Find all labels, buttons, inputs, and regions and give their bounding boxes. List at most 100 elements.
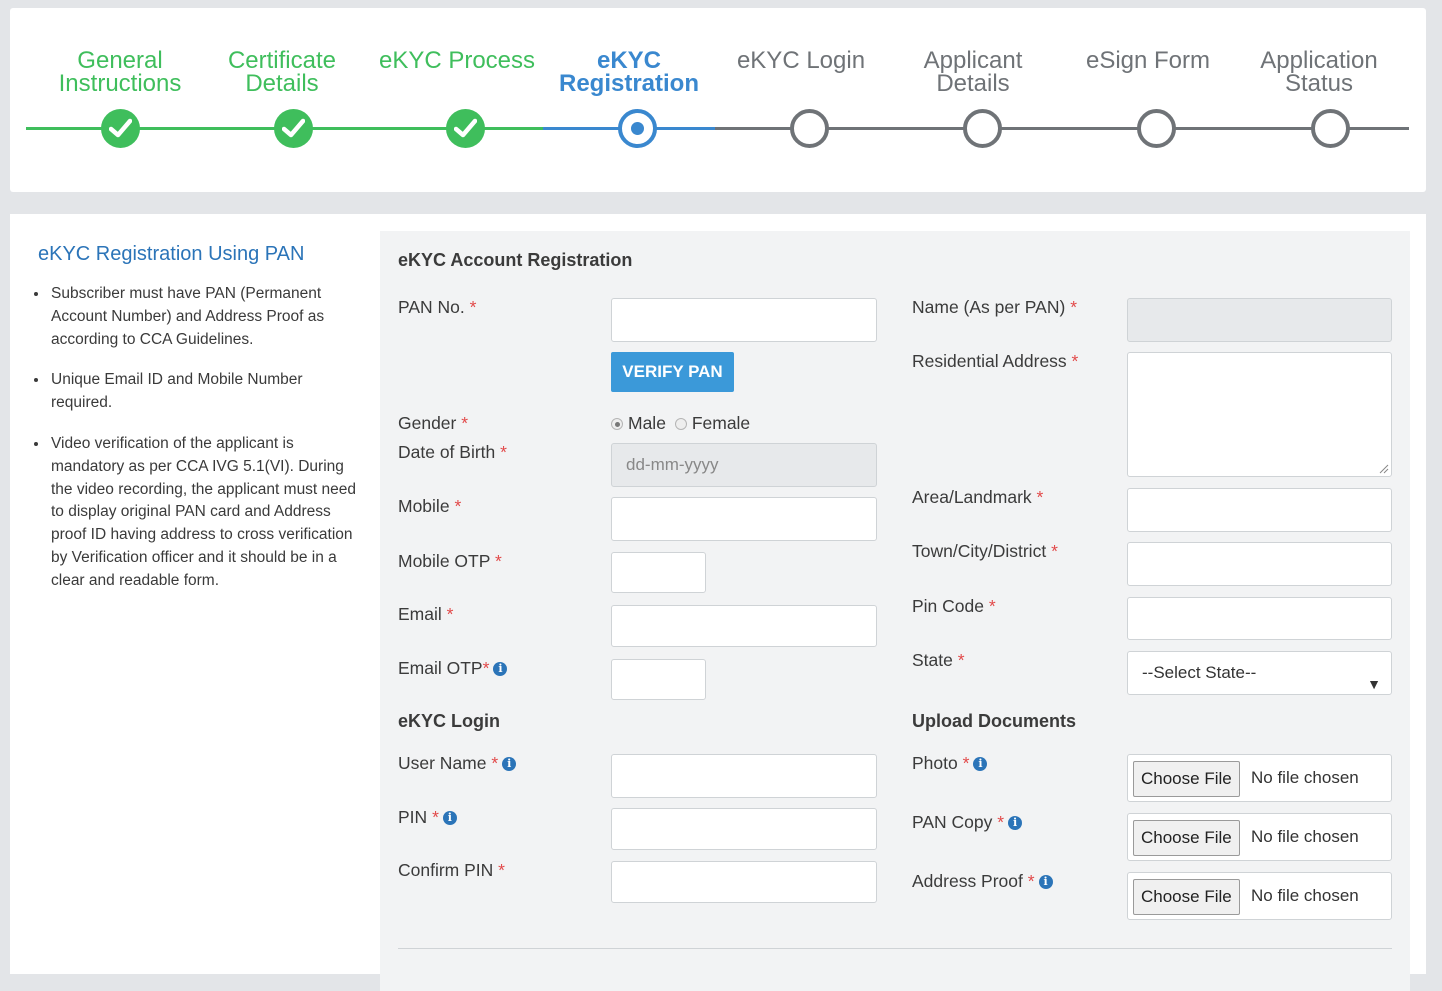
step-label-line1: eKYC Login (736, 47, 866, 74)
photo-file-input[interactable]: Choose File No file chosen (1127, 754, 1392, 802)
upload-documents-section-title: Upload Documents (912, 711, 1077, 731)
list-item: Unique Email ID and Mobile Number requir… (49, 369, 364, 415)
step-ekyc-login[interactable]: eKYC Login (716, 47, 886, 74)
area-input[interactable] (1127, 488, 1392, 532)
pan-label: PAN No. * (398, 297, 477, 317)
email-input[interactable] (611, 605, 877, 647)
name-input (1127, 298, 1392, 342)
form-section-title: eKYC Account Registration (398, 250, 633, 270)
info-icon[interactable]: i (1038, 875, 1053, 890)
town-label: Town/City/District * (912, 541, 1058, 561)
dob-placeholder: dd-mm-yyyy (626, 455, 719, 474)
divider (398, 948, 1392, 949)
ekyc-login-section-title: eKYC Login (398, 711, 500, 731)
town-input[interactable] (1127, 542, 1392, 586)
email-otp-label: Email OTP* i (398, 658, 508, 679)
step-label-line1: Certificate (227, 47, 337, 74)
address-proof-file-input[interactable]: Choose File No file chosen (1127, 872, 1392, 920)
info-icon[interactable]: i (1008, 816, 1023, 831)
step-complete-check-icon (101, 109, 140, 148)
step-certificate-details[interactable]: Certificate Details (197, 47, 367, 97)
file-status: No file chosen (1251, 886, 1359, 905)
info-icon[interactable]: i (493, 662, 508, 677)
confirm-pin-input[interactable] (611, 861, 877, 903)
step-applicant-details[interactable]: Applicant Details (888, 47, 1058, 97)
choose-file-button[interactable]: Choose File (1133, 820, 1240, 856)
step-label-line2: Registration (558, 70, 699, 97)
step-pending-icon (1311, 109, 1350, 148)
step-ekyc-process[interactable]: eKYC Process (372, 47, 542, 74)
state-select[interactable]: --Select State-- ▼ (1127, 651, 1392, 695)
step-complete-check-icon (446, 109, 485, 148)
email-otp-input[interactable] (611, 659, 706, 700)
step-label-line1: General (77, 47, 163, 74)
step-label-line1: eKYC (596, 47, 662, 74)
list-item: Video verification of the applicant is m… (49, 433, 364, 593)
step-general-instructions[interactable]: General Instructions (35, 47, 205, 97)
gender-female-label: Female (691, 413, 751, 433)
pin-code-input[interactable] (1127, 597, 1392, 640)
chevron-down-icon: ▼ (1367, 676, 1381, 692)
sidebar-title: eKYC Registration Using PAN (38, 243, 305, 265)
step-complete-check-icon (274, 109, 313, 148)
pin-input[interactable] (611, 808, 877, 850)
gender-radio-group: Male Female (611, 413, 750, 434)
step-label-line1: eKYC Process (378, 47, 536, 74)
step-pending-icon (963, 109, 1002, 148)
state-label: State * (912, 650, 965, 670)
dob-label: Date of Birth * (398, 442, 507, 462)
mobile-otp-label: Mobile OTP * (398, 551, 502, 571)
choose-file-button[interactable]: Choose File (1133, 761, 1240, 797)
username-input[interactable] (611, 754, 877, 798)
file-status: No file chosen (1251, 827, 1359, 846)
verify-pan-button[interactable]: VERIFY PAN (611, 352, 734, 392)
sidebar-instructions: Subscriber must have PAN (Permanent Acco… (30, 283, 364, 611)
info-icon[interactable]: i (502, 757, 517, 772)
gender-female-radio[interactable] (674, 418, 687, 431)
main-card: eKYC Registration Using PAN Subscriber m… (10, 214, 1426, 991)
username-label: User Name * i (398, 753, 517, 774)
address-proof-label: Address Proof * i (912, 871, 1053, 892)
state-selected-value: --Select State-- (1142, 663, 1257, 682)
dob-input[interactable]: dd-mm-yyyy (611, 443, 877, 487)
address-label: Residential Address * (912, 351, 1079, 371)
area-label: Area/Landmark * (912, 487, 1044, 507)
photo-label: Photo * i (912, 753, 988, 774)
pin-label: PIN * i (398, 807, 457, 828)
step-application-status[interactable]: Application Status (1234, 47, 1404, 97)
address-textarea[interactable] (1127, 352, 1392, 477)
gender-male-label: Male (628, 413, 666, 433)
step-pending-icon (1137, 109, 1176, 148)
step-label-line2: Details (936, 70, 1010, 97)
email-label: Email * (398, 604, 454, 624)
step-pending-icon (790, 109, 829, 148)
step-current-icon (618, 109, 657, 148)
step-label-line2: Instructions (58, 70, 182, 97)
gender-male-radio[interactable] (611, 418, 623, 431)
file-status: No file chosen (1251, 768, 1359, 787)
pan-copy-label: PAN Copy * i (912, 812, 1023, 833)
pan-copy-file-input[interactable]: Choose File No file chosen (1127, 813, 1392, 861)
mobile-input[interactable] (611, 497, 877, 541)
pan-input[interactable] (611, 298, 877, 342)
list-item: Subscriber must have PAN (Permanent Acco… (49, 283, 364, 351)
step-ekyc-registration[interactable]: eKYC Registration (544, 47, 714, 97)
step-esign-form[interactable]: eSign Form (1063, 47, 1233, 74)
registration-form: eKYC Account Registration PAN No. * VERI… (380, 231, 1410, 991)
step-label-line1: Application (1260, 47, 1378, 74)
step-label-line1: Applicant (923, 47, 1023, 74)
step-label-line2: Details (245, 70, 319, 97)
confirm-pin-label: Confirm PIN * (398, 860, 505, 880)
mobile-otp-input[interactable] (611, 552, 706, 593)
step-label-line2: Status (1284, 70, 1354, 97)
info-icon[interactable]: i (442, 811, 457, 826)
choose-file-button[interactable]: Choose File (1133, 879, 1240, 915)
step-label-line1: eSign Form (1085, 47, 1211, 74)
info-icon[interactable]: i (973, 757, 988, 772)
resize-handle-icon[interactable] (1377, 462, 1389, 474)
pin-code-label: Pin Code * (912, 596, 996, 616)
gender-label: Gender * (398, 413, 469, 433)
progress-stepper: General Instructions Certificate Details… (10, 8, 1426, 192)
mobile-label: Mobile * (398, 496, 462, 516)
name-label: Name (As per PAN) * (912, 297, 1078, 317)
